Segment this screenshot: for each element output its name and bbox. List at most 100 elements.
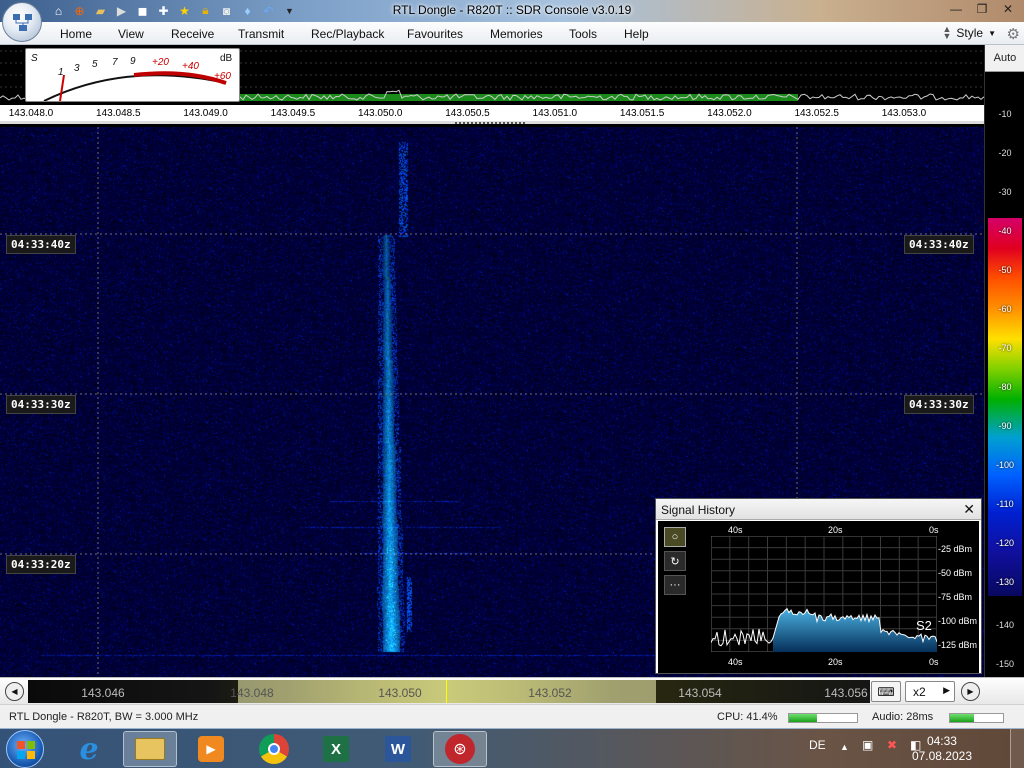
tray-expand-icon[interactable]: ▲ bbox=[840, 742, 849, 752]
chevron-down-icon: ▼ bbox=[988, 28, 996, 38]
history-top-axis-40s: 40s bbox=[728, 525, 743, 535]
history-y-label-100: -100 dBm bbox=[938, 616, 978, 626]
scroller-label-143046: 143.046 bbox=[81, 686, 125, 700]
scroller-label-143050: 143.050 bbox=[378, 686, 422, 700]
visible-span-highlight[interactable] bbox=[238, 680, 656, 703]
signal-history-graph bbox=[711, 536, 937, 652]
level-scale-panel: Auto -10 -20 -30 -40 -50 -60 -70 -80 -90… bbox=[984, 45, 1024, 677]
windows-taskbar: e ▶ X W ⊛ DE ▲ ▣ ✖ ◧ 04:33 07.08.2023 bbox=[0, 728, 1024, 768]
cpu-meter-fill bbox=[789, 714, 817, 722]
tray-device-icon[interactable]: ▣ bbox=[862, 738, 873, 752]
gear-icon[interactable]: ⚙ bbox=[1007, 25, 1020, 43]
bar-label-50: -50 bbox=[998, 265, 1012, 275]
scroller-label-143054: 143.054 bbox=[678, 686, 722, 700]
scroll-right-icon[interactable]: ▶ bbox=[961, 682, 980, 701]
word-icon[interactable]: W bbox=[371, 731, 425, 767]
menu-favourites[interactable]: Favourites bbox=[407, 27, 463, 41]
scroll-left-icon[interactable]: ◀ bbox=[5, 682, 24, 701]
taskbar-clock[interactable]: 04:33 07.08.2023 bbox=[912, 734, 972, 764]
reset-button[interactable]: ↻ bbox=[664, 551, 686, 571]
menu-rec-playback[interactable]: Rec/Playback bbox=[311, 27, 384, 41]
close-icon[interactable]: ✕ bbox=[963, 501, 975, 518]
menu-tools[interactable]: Tools bbox=[569, 27, 597, 41]
audio-meter-fill bbox=[950, 714, 974, 722]
menu-bar: Home View Receive Transmit Rec/Playback … bbox=[0, 22, 1024, 45]
signal-history-body: ○ ↻ ··· 40s 20s 0s -25 dBm -50 dBm -75 d… bbox=[658, 521, 979, 673]
menu-help[interactable]: Help bbox=[624, 27, 649, 41]
spectrum-display[interactable]: S 1 3 5 7 9 +20 +40 +60 dB bbox=[0, 45, 984, 105]
spectrum-resize-grip[interactable] bbox=[455, 122, 525, 125]
smeter-3: 3 bbox=[74, 63, 80, 74]
signal-history-panel: Signal History ✕ ○ ↻ ··· 40s 20s 0s -25 … bbox=[655, 498, 982, 674]
history-y-label-75: -75 dBm bbox=[938, 592, 973, 602]
zoom-value: x2 bbox=[913, 684, 926, 699]
freq-label-0: 143.048.0 bbox=[8, 108, 54, 119]
freq-label-9: 143.052.5 bbox=[794, 108, 839, 119]
freq-label-1: 143.048.5 bbox=[96, 108, 141, 119]
smeter-7: 7 bbox=[112, 57, 118, 68]
smeter-s-label: S bbox=[31, 53, 38, 64]
menu-view[interactable]: View bbox=[118, 27, 144, 41]
history-y-label-125: -125 dBm bbox=[938, 640, 978, 650]
history-y-label-25: -25 dBm bbox=[938, 544, 973, 554]
smeter-plus60: +60 bbox=[214, 71, 231, 82]
smeter-1: 1 bbox=[58, 67, 64, 78]
application-button[interactable] bbox=[2, 2, 42, 42]
style-dropdown[interactable]: ▲ ▼ Style ▼ bbox=[942, 24, 996, 41]
chrome-icon[interactable] bbox=[247, 731, 301, 767]
more-options-button[interactable]: ··· bbox=[664, 575, 686, 595]
smeter-9: 9 bbox=[130, 56, 136, 67]
scale-label-30: -30 bbox=[998, 187, 1012, 197]
history-bottom-axis-0s: 0s bbox=[929, 657, 939, 667]
menu-memories[interactable]: Memories bbox=[490, 27, 543, 41]
windows-logo-icon bbox=[17, 741, 35, 759]
scale-label-20: -20 bbox=[998, 148, 1012, 158]
history-top-axis-20s: 20s bbox=[828, 525, 843, 535]
window-controls: — ❐ ✕ bbox=[944, 0, 1020, 18]
bar-label-80: -80 bbox=[998, 382, 1012, 392]
style-arrows-icon: ▲ ▼ bbox=[942, 24, 952, 41]
show-desktop-button[interactable] bbox=[1010, 729, 1024, 768]
scale-label-140: -140 bbox=[995, 620, 1014, 630]
maximize-icon[interactable]: ❐ bbox=[970, 0, 994, 18]
auto-scale-button[interactable]: Auto bbox=[985, 45, 1024, 72]
close-icon[interactable]: ✕ bbox=[996, 0, 1020, 18]
freq-label-5: 143.050.5 bbox=[445, 108, 490, 119]
color-level-bar[interactable]: -40 -50 -60 -70 -80 -90 -100 -110 -120 -… bbox=[988, 218, 1022, 596]
tray-network-icon[interactable]: ✖ bbox=[887, 738, 897, 752]
bar-label-40: -40 bbox=[998, 226, 1012, 236]
scale-label-10: -10 bbox=[998, 109, 1012, 119]
timestamp-right-1: 04:33:40z bbox=[904, 235, 974, 254]
timestamp-right-2: 04:33:30z bbox=[904, 395, 974, 414]
s-unit-reading: S2 bbox=[916, 618, 932, 633]
minimize-icon[interactable]: — bbox=[944, 0, 968, 18]
language-indicator[interactable]: DE bbox=[809, 738, 826, 752]
zoom-select[interactable]: x2 ▶ bbox=[905, 681, 955, 702]
freq-label-3: 143.049.5 bbox=[270, 108, 316, 119]
window-title: RTL Dongle - R820T :: SDR Console v3.0.1… bbox=[392, 3, 632, 17]
internet-explorer-icon[interactable]: e bbox=[62, 731, 116, 767]
timestamp-left-2: 04:33:30z bbox=[6, 395, 76, 414]
file-explorer-icon[interactable] bbox=[123, 731, 177, 767]
history-top-axis-0s: 0s bbox=[929, 525, 939, 535]
freq-label-6: 143.051.0 bbox=[532, 108, 578, 119]
start-button[interactable] bbox=[6, 730, 44, 768]
cpu-meter bbox=[788, 713, 858, 723]
device-status: RTL Dongle - R820T, BW = 3.000 MHz bbox=[9, 711, 199, 723]
freq-label-10: 143.053.0 bbox=[881, 108, 927, 119]
record-toggle-button[interactable]: ○ bbox=[664, 527, 686, 547]
keyboard-icon[interactable]: ⌨ bbox=[871, 681, 901, 702]
tuned-frequency-marker[interactable] bbox=[446, 680, 447, 703]
history-y-label-50: -50 dBm bbox=[938, 568, 973, 578]
menu-home[interactable]: Home bbox=[60, 27, 92, 41]
media-player-icon[interactable]: ▶ bbox=[184, 731, 238, 767]
sdr-console-taskbar-icon[interactable]: ⊛ bbox=[433, 731, 487, 767]
frequency-scroller: ◀ 143.046 143.048 143.050 143.052 143.05… bbox=[0, 677, 1024, 704]
clock-date: 07.08.2023 bbox=[911, 749, 972, 763]
menu-transmit[interactable]: Transmit bbox=[238, 27, 284, 41]
history-bottom-axis-20s: 20s bbox=[828, 657, 843, 667]
signal-history-title: Signal History bbox=[661, 503, 736, 517]
menu-receive[interactable]: Receive bbox=[171, 27, 214, 41]
excel-icon[interactable]: X bbox=[309, 731, 363, 767]
scale-label-150: -150 bbox=[995, 659, 1014, 669]
